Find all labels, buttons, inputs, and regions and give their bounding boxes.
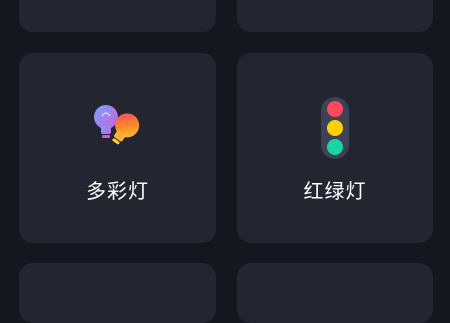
effect-card-multicolor[interactable]: 多彩灯 [19,53,216,243]
effect-label: 红绿灯 [303,179,367,203]
multicolor-bulb-icon [92,103,144,151]
effect-card-top-left[interactable] [19,0,216,32]
effect-card-top-right[interactable] [237,0,433,32]
effect-card-bottom-right[interactable] [237,263,433,323]
effect-label: 多彩灯 [86,179,149,203]
effect-card-bottom-left[interactable] [19,263,216,323]
effect-card-traffic-light[interactable]: 红绿灯 [237,53,433,243]
traffic-light-icon [320,96,350,160]
